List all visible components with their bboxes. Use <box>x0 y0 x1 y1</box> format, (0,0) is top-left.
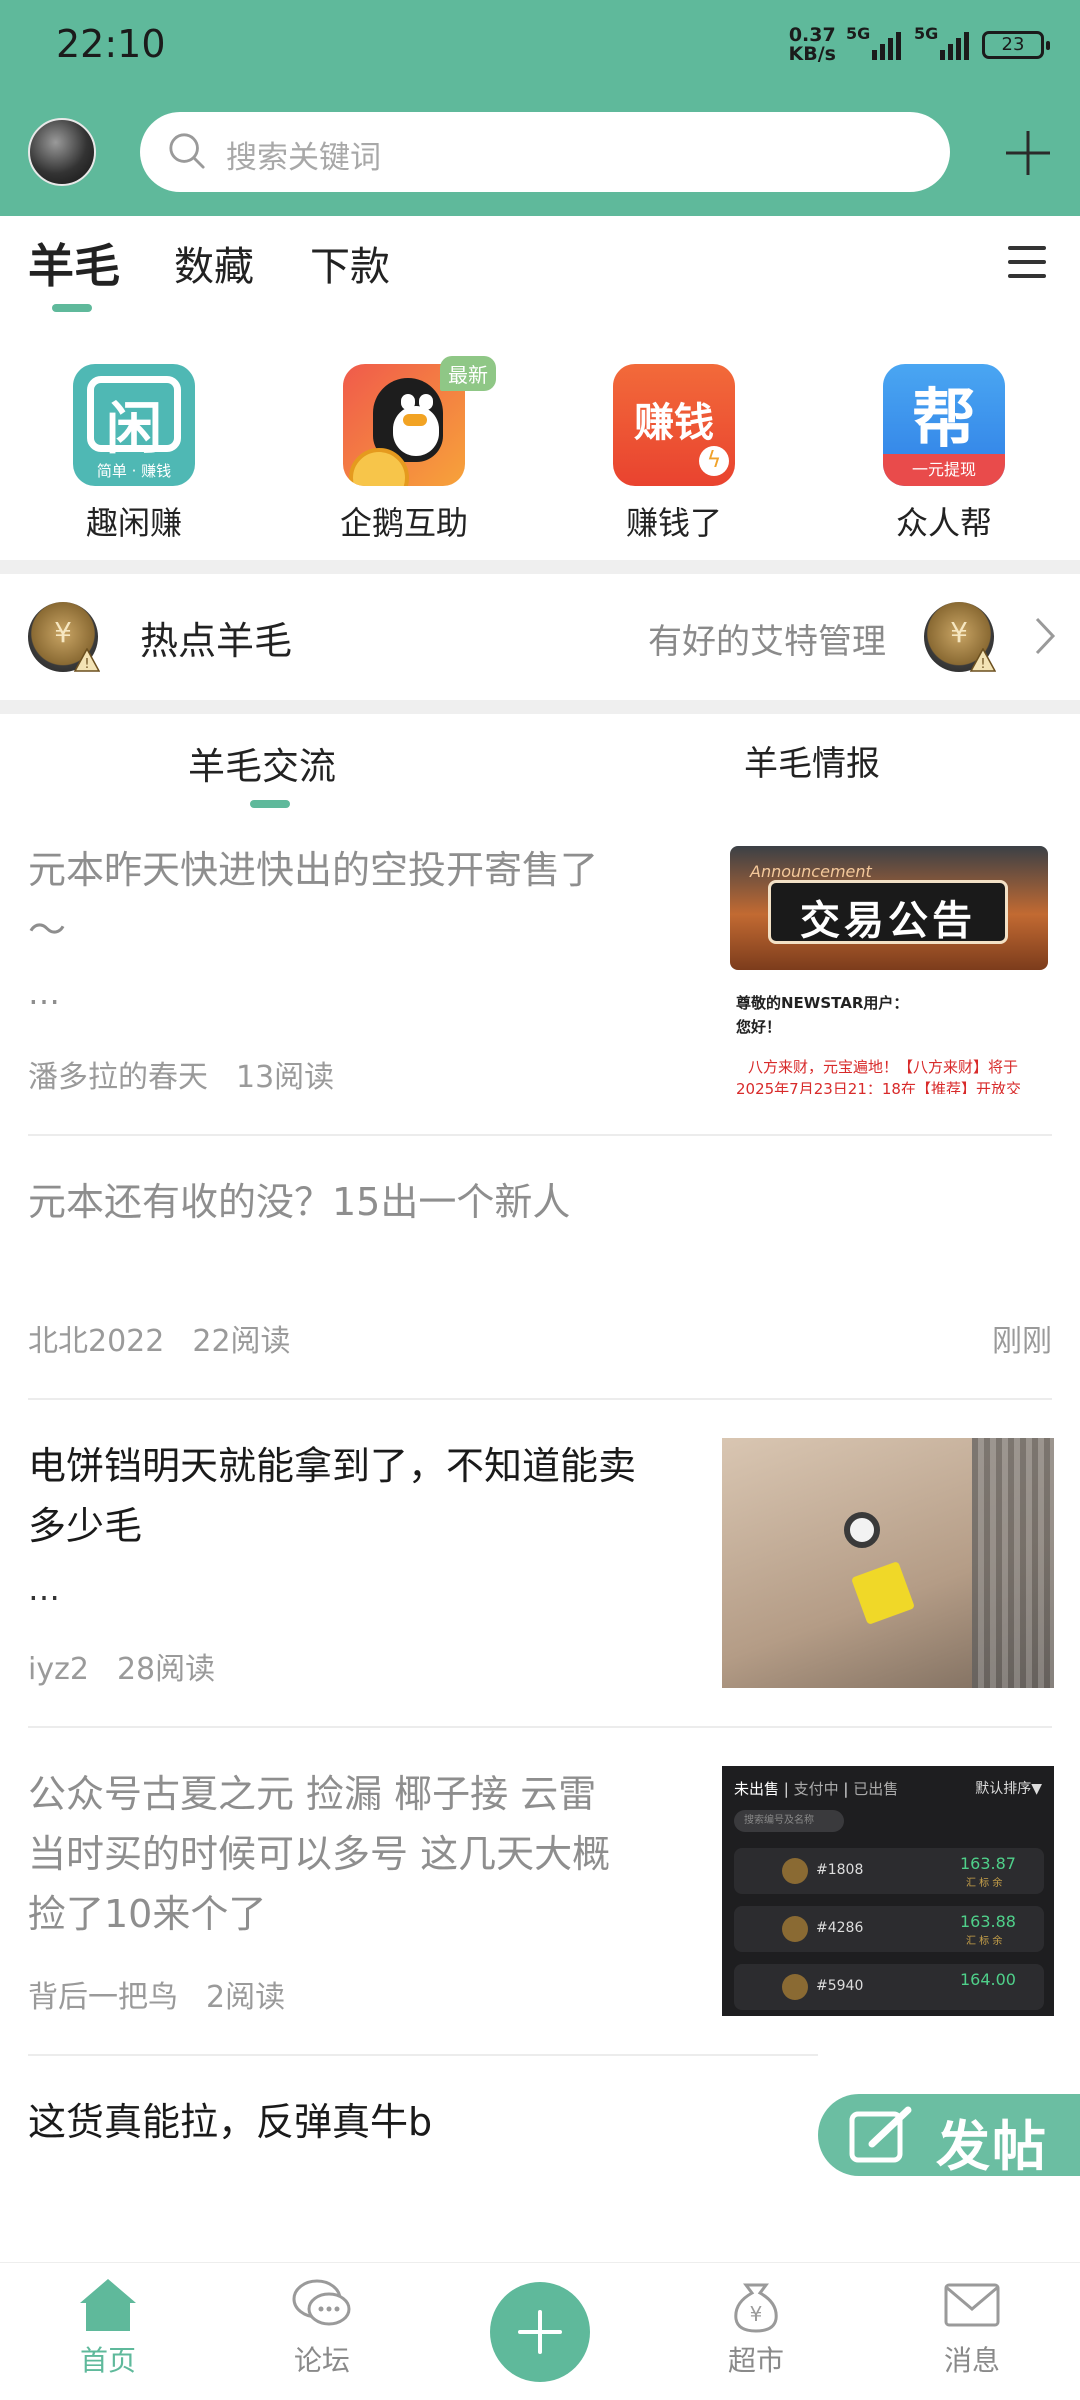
app-penguin[interactable]: 企鹅互助 <box>304 364 504 544</box>
category-tabs: 羊毛 数藏 下款 <box>0 216 1080 312</box>
post-thumbnail <box>722 1438 1054 1688</box>
post-ellipsis: … <box>28 1570 60 1608</box>
post-title: 元本昨天快进快出的空投开寄售了 <box>28 848 599 892</box>
tab-exchange[interactable]: 羊毛交流 <box>188 736 336 790</box>
post-title: 这货真能拉，反弹真牛b <box>28 2100 433 2144</box>
post-thumbnail: 未出售 | 支付中 | 已出售 默认排序▼ 搜索编号及名称 #1808 #428… <box>722 1766 1054 2016</box>
nav-home[interactable]: 首页 <box>48 2277 168 2379</box>
tab-indicator <box>52 304 92 312</box>
app-label: 赚钱了 <box>625 504 722 542</box>
coin-icon: ¥ ! <box>924 602 996 672</box>
app-label: 众人帮 <box>895 504 992 542</box>
nav-add-button[interactable] <box>490 2282 590 2382</box>
post-ellipsis: … <box>28 974 60 1012</box>
post-item[interactable]: 公众号古夏之元 捡漏 椰子接 云雷 当时买的时候可以多号 这几天大概 捡了10来… <box>0 1728 1080 2054</box>
app-zqle[interactable]: 赚钱 ϟ 赚钱了 <box>574 364 774 544</box>
hot-subtitle: 有好的艾特管理 <box>648 622 886 662</box>
post-thumbnail: Announcement 交易公告 尊敬的NEWSTAR用户： 您好！ 八方来财… <box>728 844 1050 1094</box>
sub-tabs: 羊毛交流 羊毛情报 <box>0 714 1080 824</box>
status-icons: 0.37 KB/s 5G 5G 23 <box>788 24 1050 65</box>
new-badge: 最新 <box>440 356 496 391</box>
post-reads: 13阅读 <box>236 1060 335 1095</box>
signal-icon: 5G <box>914 24 972 60</box>
post-item[interactable]: 元本还有收的没？15出一个新人 北北2022 22阅读 刚刚 <box>0 1136 1080 1398</box>
post-author: 潘多拉的春天 <box>28 1060 208 1095</box>
nav-forum[interactable]: 论坛 <box>262 2277 382 2379</box>
tab-yangmao[interactable]: 羊毛 <box>28 230 120 296</box>
app-grid: 闲 简单 · 赚钱 趣闲赚 企鹅互助 最新 赚钱 ϟ 赚钱了 帮 一元提现 众人… <box>0 312 1080 560</box>
hot-topics-row[interactable]: ¥ ! 热点羊毛 有好的艾特管理 ¥ ! <box>0 574 1080 700</box>
app-label: 企鹅互助 <box>339 504 468 542</box>
new-post-label: 发帖 <box>936 2115 1048 2178</box>
post-meta: 背后一把鸟 2阅读 <box>28 1972 313 2016</box>
edit-icon <box>849 2106 912 2163</box>
app-root: 22:10 0.37 KB/s 5G 5G 23 搜索关键词 羊毛 数藏 下款 … <box>0 0 1080 2400</box>
net-speed: 0.37 KB/s <box>788 24 836 65</box>
nav-messages[interactable]: 消息 <box>912 2277 1032 2379</box>
tab-shucang[interactable]: 数藏 <box>174 234 254 292</box>
zqle-app-icon: 赚钱 ϟ <box>613 364 735 486</box>
post-title: 公众号古夏之元 捡漏 椰子接 云雷 <box>28 1772 597 1816</box>
post-title: 电饼铛明天就能拿到了，不知道能卖 <box>28 1444 637 1488</box>
post-author: 背后一把鸟 <box>28 1980 178 2015</box>
header-bar: 22:10 0.37 KB/s 5G 5G 23 搜索关键词 <box>0 0 1080 216</box>
qxz-app-icon: 闲 简单 · 赚钱 <box>73 364 195 486</box>
section-divider <box>0 560 1080 574</box>
nav-market[interactable]: ¥ 超市 <box>696 2277 816 2379</box>
message-icon <box>944 2283 1000 2327</box>
market-icon: ¥ <box>734 2283 778 2333</box>
app-zrb[interactable]: 帮 一元提现 众人帮 <box>844 364 1044 544</box>
app-qxz[interactable]: 闲 简单 · 赚钱 趣闲赚 <box>34 364 234 544</box>
post-item[interactable]: 电饼铛明天就能拿到了，不知道能卖 多少毛 … iyz2 28阅读 <box>0 1400 1080 1726</box>
svg-text:!: ! <box>980 657 985 672</box>
signal-icon: 5G <box>846 24 904 60</box>
coin-icon: ¥ ! <box>28 602 100 672</box>
post-author: 北北2022 <box>28 1324 165 1359</box>
post-item[interactable]: 元本昨天快进快出的空投开寄售了 ～ … 潘多拉的春天 13阅读 Announcem… <box>0 824 1080 1134</box>
search-input[interactable]: 搜索关键词 <box>140 112 950 192</box>
post-time: 刚刚 <box>992 1324 1052 1359</box>
post-meta: 北北2022 22阅读 <box>28 1316 319 1360</box>
post-title-cont: 捡了10来个了 <box>28 1892 267 1936</box>
tab-xiakuan[interactable]: 下款 <box>310 234 390 292</box>
post-title: 元本还有收的没？15出一个新人 <box>28 1180 571 1224</box>
post-reads: 2阅读 <box>206 1980 286 2015</box>
search-placeholder: 搜索关键词 <box>226 140 381 176</box>
search-icon <box>169 133 205 169</box>
post-reads: 22阅读 <box>192 1324 291 1359</box>
chevron-right-icon <box>1035 617 1056 655</box>
new-post-button[interactable]: 发帖 <box>818 2094 1080 2178</box>
post-title-cont: ～ <box>28 908 67 952</box>
svg-text:!: ! <box>84 657 89 672</box>
user-avatar[interactable] <box>28 118 96 186</box>
hot-title: 热点羊毛 <box>140 619 293 663</box>
post-reads: 28阅读 <box>116 1652 216 1687</box>
post-title-cont: 当时买的时候可以多号 这几天大概 <box>28 1832 611 1876</box>
add-icon[interactable] <box>1003 128 1053 178</box>
app-label: 趣闲赚 <box>85 504 182 542</box>
forum-icon <box>292 2279 351 2326</box>
menu-icon[interactable] <box>1008 246 1046 278</box>
post-meta: 潘多拉的春天 13阅读 <box>28 1052 362 1096</box>
zrb-app-icon: 帮 一元提现 <box>883 364 1005 486</box>
battery-icon: 23 <box>982 31 1050 59</box>
section-divider <box>0 700 1080 714</box>
status-time: 22:10 <box>56 22 166 66</box>
banner-text: 交易公告 <box>800 898 976 944</box>
svg-text:¥: ¥ <box>750 2302 763 2326</box>
home-icon <box>80 2279 136 2331</box>
post-title-cont: 多少毛 <box>28 1504 143 1548</box>
tab-indicator <box>250 800 290 808</box>
tab-intel[interactable]: 羊毛情报 <box>744 736 880 785</box>
post-meta: iyz2 28阅读 <box>28 1644 243 1688</box>
post-author: iyz2 <box>28 1652 89 1687</box>
